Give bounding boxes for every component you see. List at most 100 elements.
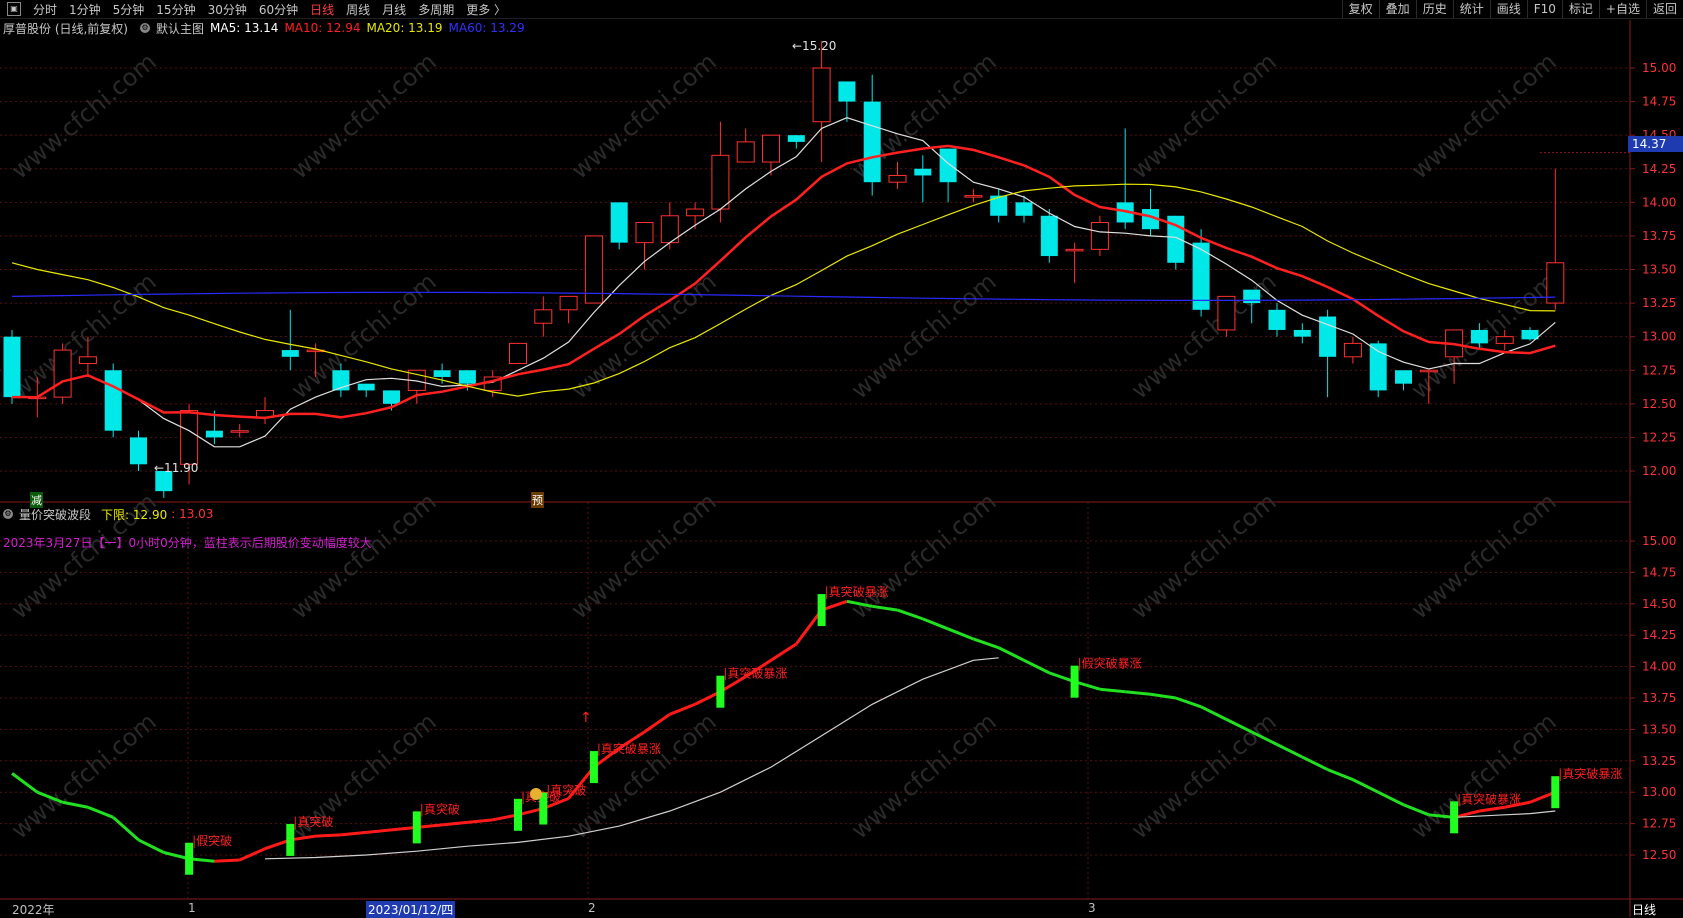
signal-label: |真突破暴涨 bbox=[597, 741, 661, 756]
signal-label: |真突破 bbox=[420, 801, 460, 816]
low-price-label: ←11.90 bbox=[154, 461, 198, 475]
trend-segment bbox=[897, 608, 924, 621]
date-year: 2022年 bbox=[12, 903, 55, 917]
lower-limit-label: 下限: 12.90 bbox=[101, 507, 168, 522]
watermark-text: www.cfchi.com bbox=[6, 707, 162, 844]
price-tick-label: 13.75 bbox=[1642, 229, 1676, 243]
trend-segment bbox=[998, 646, 1025, 662]
candle-body-down bbox=[205, 430, 223, 438]
watermark-text: www.cfchi.com bbox=[1406, 487, 1562, 624]
period-label[interactable]: 日线 bbox=[1632, 901, 1656, 918]
watermark-text: www.cfchi.com bbox=[566, 707, 722, 844]
ma60-line bbox=[11, 291, 1556, 301]
trend-segment bbox=[315, 833, 341, 838]
watermark-text: www.cfchi.com bbox=[286, 487, 442, 624]
candle-body-down bbox=[383, 390, 400, 404]
signal-label: |真突破 bbox=[546, 783, 586, 798]
trend-segment bbox=[239, 847, 266, 862]
trend-segment bbox=[1479, 805, 1505, 813]
candle-body-up bbox=[1495, 336, 1514, 344]
date-month-1: 1 bbox=[188, 901, 196, 915]
sub-tick-label: 14.00 bbox=[1642, 660, 1676, 674]
candle-body-down bbox=[1470, 329, 1488, 344]
trend-segment bbox=[366, 828, 392, 834]
watermark-text: www.cfchi.com bbox=[1406, 707, 1562, 844]
candle-body-down bbox=[787, 135, 805, 142]
trend-segment bbox=[340, 830, 367, 837]
trend-segment bbox=[770, 642, 798, 662]
candle-body-up bbox=[559, 295, 578, 311]
candle-body-up bbox=[1217, 295, 1236, 331]
candle-body-up bbox=[888, 174, 907, 183]
candle-body-up bbox=[78, 356, 97, 365]
sub-settings-icon[interactable]: ⚙ bbox=[3, 509, 13, 519]
watermark-text: www.cfchi.com bbox=[286, 47, 442, 184]
watermark-text: www.cfchi.com bbox=[566, 47, 722, 184]
trend-segment bbox=[112, 816, 140, 842]
price-tick-label: 14.75 bbox=[1642, 95, 1676, 109]
sub-tick-label: 13.00 bbox=[1642, 785, 1676, 799]
trend-segment bbox=[1200, 705, 1228, 721]
high-price-label: ←15.20 bbox=[792, 39, 836, 53]
trend-segment bbox=[1301, 755, 1329, 771]
price-tick-label: 15.00 bbox=[1642, 61, 1676, 75]
sub-tick-label: 14.75 bbox=[1642, 565, 1676, 579]
trend-segment bbox=[972, 637, 1000, 650]
candle-body-down bbox=[1015, 202, 1033, 216]
candle-body-down bbox=[104, 370, 122, 431]
price-tick-label: 14.25 bbox=[1642, 162, 1676, 176]
sub-tick-label: 15.00 bbox=[1642, 534, 1676, 548]
trend-segment bbox=[441, 820, 468, 827]
watermark-text: www.cfchi.com bbox=[566, 487, 722, 624]
trend-segment bbox=[1352, 778, 1379, 794]
candle-body-down bbox=[1293, 329, 1311, 337]
candle-body-up bbox=[736, 141, 755, 163]
sub-tick-label: 12.50 bbox=[1642, 848, 1676, 862]
candle-body-up bbox=[534, 309, 553, 324]
signal-label: |真突破暴涨 bbox=[1457, 791, 1521, 806]
trend-segment bbox=[947, 627, 974, 641]
candle-body-down bbox=[863, 101, 881, 183]
price-tick-label: 13.25 bbox=[1642, 296, 1676, 310]
watermark-text: www.cfchi.com bbox=[1126, 707, 1282, 844]
candle-body-down bbox=[1243, 289, 1261, 304]
money-bag-icon bbox=[530, 788, 542, 800]
price-tick-label: 12.00 bbox=[1642, 464, 1676, 478]
watermark-text: www.cfchi.com bbox=[846, 487, 1002, 624]
signal-label: |假突破暴涨 bbox=[1078, 656, 1142, 671]
candle-body-up bbox=[711, 154, 730, 210]
date-axis: 2022年 1 2023/01/12/四 2 3 bbox=[0, 900, 1630, 918]
current-price-box: 14.37 bbox=[1628, 136, 1683, 152]
trend-segment bbox=[1377, 790, 1405, 807]
candle-body-up bbox=[686, 208, 705, 217]
candle-body-up bbox=[53, 349, 72, 398]
candle-body-down bbox=[1521, 329, 1539, 340]
trend-segment bbox=[137, 838, 165, 854]
trend-segment bbox=[1175, 696, 1202, 709]
yu-marker[interactable]: 预 bbox=[531, 492, 544, 508]
candle-body-up bbox=[964, 195, 983, 198]
price-tick-label: 12.50 bbox=[1642, 397, 1676, 411]
trend-segment bbox=[214, 858, 240, 863]
candle-body-down bbox=[458, 370, 476, 384]
trend-segment bbox=[1099, 687, 1126, 694]
candle-body-up bbox=[635, 221, 654, 244]
sub-tick-label: 13.50 bbox=[1642, 722, 1676, 736]
candle-body-down bbox=[1268, 309, 1286, 330]
candle-body-up bbox=[180, 410, 199, 465]
jian-marker[interactable]: 减 bbox=[30, 492, 43, 508]
watermark-text: www.cfchi.com bbox=[6, 47, 162, 184]
chart-canvas[interactable]: www.cfchi.com www.cfchi.com www.cfchi.com w… bbox=[0, 0, 1683, 917]
candle-body-down bbox=[1395, 370, 1412, 384]
date-month-3: 3 bbox=[1088, 901, 1096, 915]
ma5-line bbox=[12, 117, 1556, 448]
trend-segment bbox=[922, 617, 949, 631]
candle-body-down bbox=[357, 383, 375, 391]
candle-body-down bbox=[130, 437, 147, 465]
date-selected: 2023/01/12/四 bbox=[366, 901, 456, 918]
trend-segment bbox=[1125, 690, 1151, 696]
indicator-name[interactable]: 量价突破波段 bbox=[19, 506, 91, 523]
sub-tick-label: 12.75 bbox=[1642, 817, 1676, 831]
watermark-text: www.cfchi.com bbox=[846, 707, 1002, 844]
sub-tick-label: 14.25 bbox=[1642, 628, 1676, 642]
